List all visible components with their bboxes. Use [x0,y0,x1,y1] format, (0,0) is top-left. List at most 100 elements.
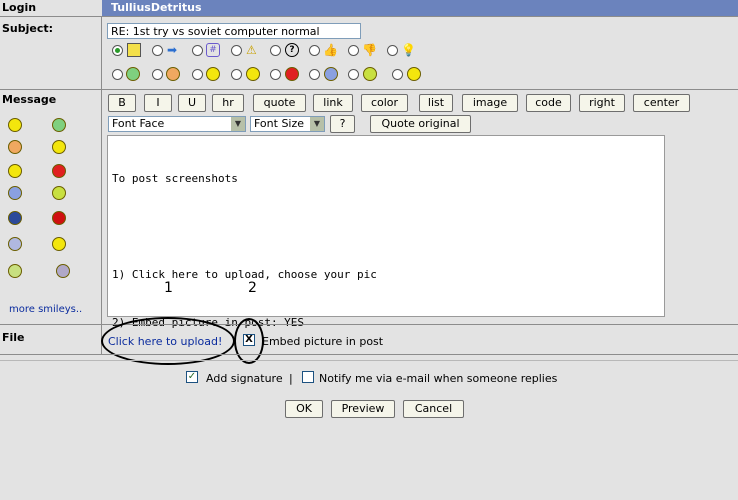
warning-icon: ⚠ [246,43,257,57]
quote-original-button[interactable]: Quote original [370,115,471,133]
post-icon-radio[interactable] [348,69,359,80]
login-label: Login [2,1,37,14]
font-face-select[interactable]: Font Face ▼ [108,116,246,132]
message-line: 1) Click here to upload, choose your pic [112,268,377,281]
post-icon-radio[interactable] [270,45,281,56]
thinking-smiley-icon[interactable] [52,237,66,251]
divider [0,89,738,90]
confused-smiley-icon [246,67,260,81]
font-face-value: Font Face [112,117,165,130]
sleepy-smiley-icon[interactable] [8,211,22,225]
annotation-oval-upload [101,317,235,365]
post-icon-radio[interactable] [392,69,403,80]
message-textarea[interactable]: To post screenshots 1) Click here to upl… [107,135,665,329]
red-face-smiley-icon[interactable] [52,211,66,225]
post-icon-row-2 [112,64,442,86]
post-icon-radio[interactable] [112,45,123,56]
post-icon-radio[interactable] [348,45,359,56]
post-icon-radio[interactable] [112,69,123,80]
subject-input[interactable]: RE: 1st try vs soviet computer normal [107,23,361,39]
username: TulliusDetritus [111,1,202,14]
link-button[interactable]: link [313,94,353,112]
message-label: Message [2,93,57,106]
cool-smiley-icon [166,67,180,81]
message-line: To post screenshots [112,172,238,185]
arrow-icon: ➡ [167,43,178,57]
italic-button[interactable]: I [144,94,172,112]
image-button[interactable]: image [462,94,518,112]
grin-smiley-icon [126,67,140,81]
login-header-cell: Login [0,0,101,16]
wink-smiley-icon [407,67,421,81]
hr-button[interactable]: hr [212,94,244,112]
happy-smiley-icon[interactable] [52,186,66,200]
divider [0,324,738,325]
list-button[interactable]: list [419,94,453,112]
notify-email-label: Notify me via e-mail when someone replie… [319,372,558,385]
cancel-button[interactable]: Cancel [403,400,464,418]
message-line [112,219,660,235]
post-icon-radio[interactable] [231,45,242,56]
post-icon-radio[interactable] [270,69,281,80]
smile-smiley-icon[interactable] [8,118,22,132]
lightbulb-icon: 💡 [401,43,416,57]
post-icon-row-1: ➡ # ⚠ ? 👍 👎 💡 [112,43,442,59]
grin-smiley-icon[interactable] [52,118,66,132]
chevron-down-icon: ▼ [231,117,245,131]
options-separator: | [289,372,293,385]
underline-button[interactable]: U [178,94,206,112]
happy-smiley-icon [363,67,377,81]
post-icon-radio[interactable] [152,69,163,80]
divider [0,360,738,361]
add-signature-checkbox[interactable]: ✓ [186,371,198,383]
sick-smiley-icon[interactable] [8,264,22,278]
annotation-oval-embed [234,318,264,364]
code-button[interactable]: code [526,94,571,112]
shocked-smiley-icon[interactable] [8,237,22,251]
username-header-cell: TulliusDetritus [102,0,738,16]
subject-label: Subject: [2,22,54,35]
angry-smiley-icon [285,67,299,81]
post-icon-radio[interactable] [152,45,163,56]
color-button[interactable]: color [361,94,408,112]
post-icon-radio[interactable] [309,69,320,80]
embed-picture-label: Embed picture in post [262,335,384,348]
question-icon: ? [285,43,299,57]
sad-smiley-icon[interactable] [8,186,22,200]
font-size-select[interactable]: Font Size ▼ [250,116,325,132]
right-button[interactable]: right [579,94,625,112]
confused-smiley-icon[interactable] [8,164,22,178]
post-icon-radio[interactable] [192,69,203,80]
more-smileys-link[interactable]: more smileys.. [9,304,82,315]
ok-button[interactable]: OK [285,400,323,418]
quote-button[interactable]: quote [253,94,306,112]
preview-button[interactable]: Preview [331,400,395,418]
bold-button[interactable]: B [108,94,136,112]
angry-smiley-icon[interactable] [52,164,66,178]
thumbs-down-icon: 👎 [362,43,377,57]
add-signature-label: Add signature [206,372,283,385]
cool-smiley-icon[interactable] [8,140,22,154]
post-icon-radio[interactable] [387,45,398,56]
post-icon-radio[interactable] [231,69,242,80]
help-button[interactable]: ? [330,115,355,133]
smile-smiley-icon [206,67,220,81]
note-icon [127,43,141,57]
smiley-palette [8,118,78,288]
thumbs-up-icon: 👍 [323,43,338,57]
notify-email-checkbox[interactable] [302,371,314,383]
divider [0,354,738,355]
post-icon-radio[interactable] [309,45,320,56]
chevron-down-icon: ▼ [310,117,324,131]
format-toolbar: B I U hr quote link color list image cod… [108,94,708,112]
divider [0,16,738,17]
tongue-smiley-icon[interactable] [52,140,66,154]
hash-icon: # [206,43,220,57]
post-icon-radio[interactable] [192,45,203,56]
center-button[interactable]: center [633,94,690,112]
font-size-value: Font Size [254,117,305,130]
sad-smiley-icon [324,67,338,81]
column-divider [101,16,102,354]
annotation-number-2: 2 [248,280,257,296]
slug-smiley-icon[interactable] [56,264,70,278]
